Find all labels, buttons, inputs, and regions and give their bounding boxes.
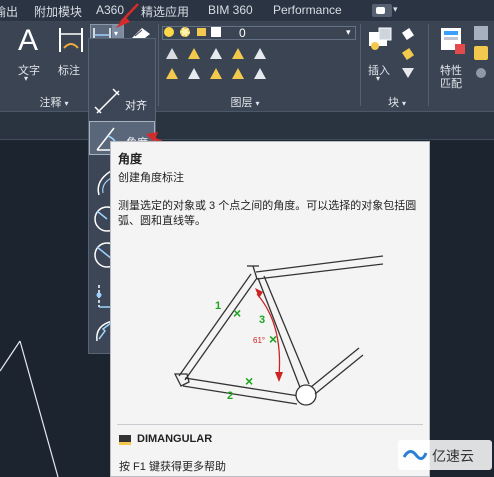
aligned-label: 对齐 — [125, 100, 147, 112]
tooltip-description-line-1: 测量选定的对象或 3 个点之间的角度。可以选择的对象包括圆 — [118, 200, 417, 212]
command-name: DIMANGULAR — [137, 433, 213, 445]
layer-tool-icon[interactable] — [188, 68, 200, 79]
properties-side-icon[interactable] — [476, 68, 486, 78]
svg-text:×: × — [245, 373, 253, 389]
svg-text:×: × — [233, 305, 241, 321]
layer-panel-label[interactable]: 图层 ▾ — [220, 94, 270, 110]
layer-tools-row1 — [166, 48, 286, 62]
watermark: 亿速云 — [398, 440, 492, 470]
text-icon: A — [18, 24, 39, 57]
block-tool-icon[interactable] — [402, 48, 414, 60]
insert-button[interactable]: 插入 ▾ — [364, 24, 398, 86]
dimension-button[interactable]: 标注 — [54, 24, 88, 88]
block-panel-label[interactable]: 块 ▾ — [382, 94, 412, 110]
layer-tool-icon[interactable] — [232, 68, 244, 79]
tab-addins[interactable]: 附加模块 — [34, 3, 82, 20]
block-tool-icon[interactable] — [402, 68, 414, 78]
ribbon-tab-bar: 输出 附加模块 A360 精选应用 BIM 360 Performance ▾ — [0, 0, 494, 22]
angle-value-label: 61° — [253, 336, 266, 345]
match-properties-icon — [441, 28, 465, 54]
angular-dim-illustration: × × × — [173, 255, 384, 406]
text-label: 文字 — [18, 65, 40, 77]
watermark-text: 亿速云 — [432, 448, 474, 464]
tab-featured-apps[interactable]: 精选应用 — [141, 3, 189, 20]
svg-text:×: × — [269, 331, 277, 347]
layer-tool-icon[interactable] — [166, 48, 178, 59]
panel-separator — [360, 24, 361, 106]
tab-options-caret[interactable]: ▾ — [393, 4, 398, 15]
tooltip-description-line-2: 弧、圆和直线等。 — [118, 215, 206, 227]
tab-options-button[interactable] — [372, 4, 392, 17]
properties-label-2: 匹配 — [440, 78, 462, 90]
video-icon — [376, 7, 385, 14]
tooltip-divider — [117, 424, 423, 425]
block-tool-icon[interactable] — [402, 28, 414, 40]
panel-separator — [158, 24, 159, 106]
dimension-icon — [59, 28, 83, 52]
insert-block-icon — [369, 27, 392, 50]
match-properties-button[interactable]: 特性 匹配 — [436, 24, 470, 90]
tab-output[interactable]: 输出 — [0, 3, 18, 20]
text-button[interactable]: A 文字 ▾ — [14, 24, 50, 88]
command-tooltip: 角度 创建角度标注 测量选定的对象或 3 个点之间的角度。可以选择的对象包括圆 … — [110, 141, 430, 477]
layer-tool-icon[interactable] — [254, 68, 266, 79]
dimension-label: 标注 — [58, 65, 80, 77]
command-icon — [119, 435, 131, 445]
panel-separator — [428, 24, 429, 106]
pick-point-2-label: 2 — [227, 390, 234, 402]
layer-tool-icon[interactable] — [188, 48, 200, 59]
help-hint: 按 F1 键获得更多帮助 — [119, 461, 226, 473]
properties-side-icon[interactable] — [474, 46, 488, 60]
layer-dropdown[interactable]: 0 ▾ — [162, 26, 356, 40]
pick-point-3-label: 3 — [259, 314, 266, 326]
tab-performance[interactable]: Performance — [273, 3, 342, 17]
annotation-panel-label[interactable]: 注释 ▾ — [30, 94, 78, 110]
layer-tool-icon[interactable] — [210, 68, 222, 79]
tooltip-subtitle: 创建角度标注 — [118, 172, 184, 184]
tooltip-title: 角度 — [118, 152, 143, 166]
ribbon-panel-area: A 文字 ▾ 标注 ▾ 线性 注释 ▾ — [0, 22, 494, 112]
layer-tool-icon[interactable] — [166, 68, 178, 79]
properties-side-icon[interactable] — [474, 26, 488, 40]
aligned-dim-icon — [94, 88, 120, 114]
tab-bim360[interactable]: BIM 360 — [208, 3, 253, 17]
layer-tool-icon[interactable] — [232, 48, 244, 59]
layer-tools-row2 — [166, 68, 286, 82]
insert-caret[interactable]: ▾ — [376, 74, 380, 83]
file-tab-strip — [0, 112, 494, 140]
text-caret[interactable]: ▾ — [24, 74, 28, 83]
pick-point-1-label: 1 — [215, 300, 222, 312]
watermark-logo — [402, 450, 428, 460]
layer-tool-icon[interactable] — [210, 48, 222, 59]
layer-value: 0 — [239, 26, 246, 40]
flyout-item-aligned[interactable]: 对齐 — [89, 85, 155, 119]
linear-dim-caret: ▾ — [114, 29, 119, 38]
layer-dropdown-caret[interactable]: ▾ — [346, 27, 351, 38]
tab-a360[interactable]: A360 — [96, 3, 124, 17]
layer-tool-icon[interactable] — [254, 48, 266, 59]
